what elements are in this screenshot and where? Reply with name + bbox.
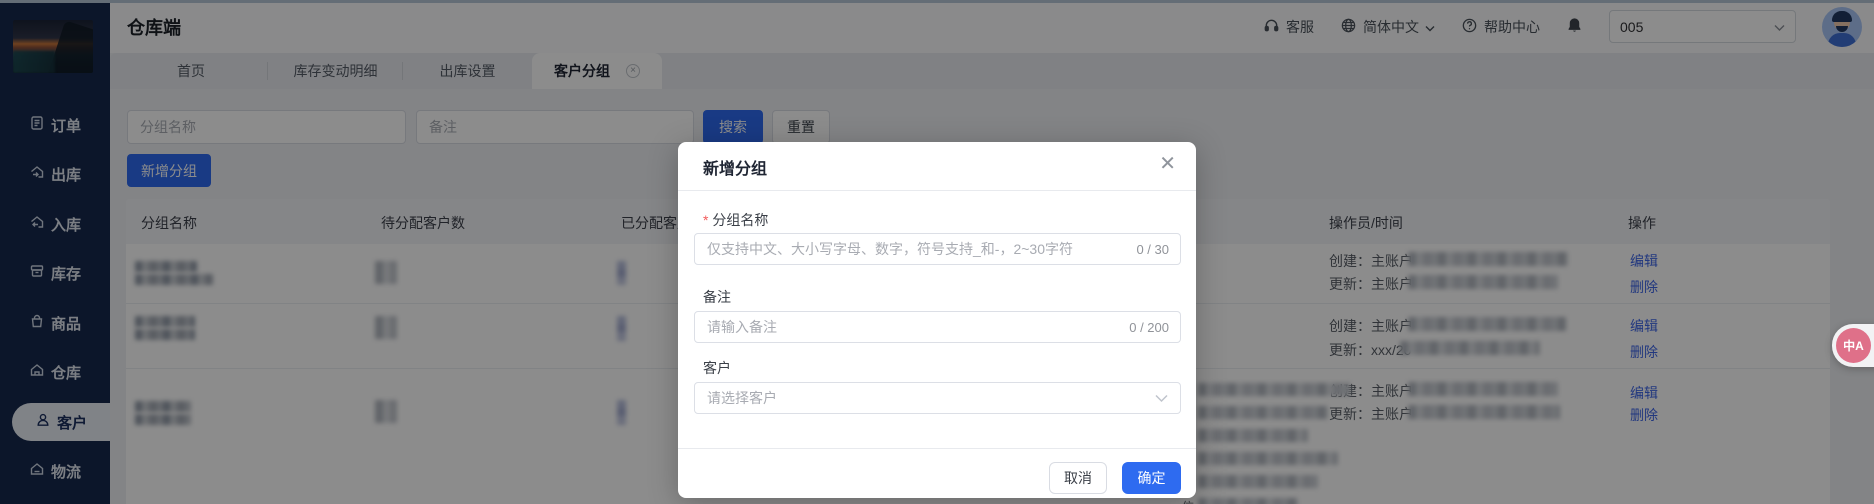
confirm-button[interactable]: 确定 <box>1122 462 1181 494</box>
dialog-header-divider <box>678 190 1196 191</box>
dialog-title: 新增分组 <box>703 155 767 179</box>
translate-icon[interactable]: 中A <box>1836 328 1871 363</box>
remark-field[interactable]: 0 / 200 <box>694 311 1181 343</box>
chevron-down-icon <box>1155 394 1168 403</box>
group-name-label: 分组名称 <box>703 210 768 230</box>
customer-label: 客户 <box>703 358 731 378</box>
group-name-input[interactable] <box>695 234 1136 264</box>
close-icon[interactable]: ✕ <box>1159 152 1176 176</box>
dialog-footer-divider <box>678 448 1196 449</box>
remark-label: 备注 <box>703 287 731 307</box>
remark-input[interactable] <box>695 312 1129 342</box>
char-counter: 0 / 30 <box>1136 242 1180 257</box>
customer-select[interactable]: 请选择客户 <box>694 382 1181 414</box>
char-counter: 0 / 200 <box>1129 320 1180 335</box>
app-window: 订单 出库 入库 库存 商品 仓库 客户 物流 <box>0 0 1874 504</box>
translate-widget[interactable]: 中A <box>1832 324 1874 367</box>
add-group-dialog: 新增分组 ✕ 分组名称 0 / 30 备注 0 / 200 客户 请选择客户 取… <box>678 142 1196 498</box>
group-name-field[interactable]: 0 / 30 <box>694 233 1181 265</box>
customer-select-placeholder: 请选择客户 <box>695 388 1155 408</box>
cancel-button[interactable]: 取消 <box>1049 462 1107 494</box>
